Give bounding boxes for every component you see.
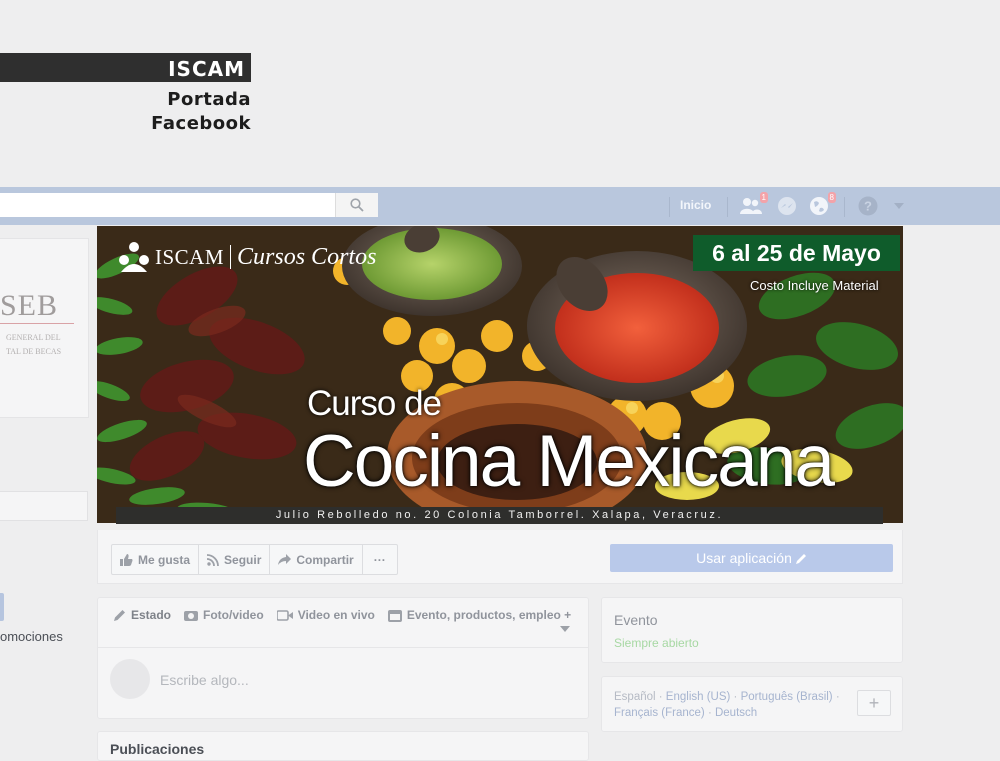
event-card: Evento Siempre abierto — [601, 597, 903, 663]
like-label: Me gusta — [138, 552, 191, 567]
more-options-label: ··· — [373, 552, 386, 567]
page-actions: Me gusta Seguir Compartir ··· — [111, 544, 398, 575]
cover-date-box: 6 al 25 de Mayo — [693, 235, 900, 271]
nav-divider — [844, 197, 845, 217]
rss-follow-icon — [207, 553, 219, 566]
cover-cost-note: Costo Incluye Material — [750, 278, 879, 293]
plus-icon: + — [868, 692, 880, 713]
title-label-bar: ISCAM — [0, 53, 251, 82]
iscam-logo-icon — [119, 242, 149, 272]
post-composer: Estado Foto/video Video en vivo Evento, … — [97, 597, 589, 719]
tab-status[interactable]: Estado — [114, 608, 171, 622]
share-button[interactable]: Compartir — [270, 545, 363, 574]
event-status: Siempre abierto — [614, 636, 699, 650]
add-language-button[interactable]: + — [857, 690, 891, 716]
cover-logo-divider — [230, 245, 232, 269]
composer-avatar — [110, 659, 150, 699]
profile-logo-subtitle: GENERAL DEL TAL DE BECAS — [6, 331, 61, 359]
camera-icon — [184, 611, 199, 621]
cover-logo-program: Cursos Cortos — [237, 243, 377, 270]
tab-event-products-jobs[interactable]: Evento, productos, empleo + — [387, 608, 572, 622]
label-subtitle: Portada Facebook — [151, 88, 251, 136]
friend-requests-button[interactable]: 1 — [740, 192, 768, 216]
like-button[interactable]: Me gusta — [112, 545, 200, 574]
notifications-badge: 8 — [827, 192, 836, 203]
tab-live-video[interactable]: Video en vivo — [276, 608, 375, 622]
cover-logo-org: ISCAM — [155, 244, 225, 269]
search-icon — [350, 198, 364, 212]
follow-label: Seguir — [224, 552, 262, 567]
tab-photo-video-label: Foto/video — [203, 608, 264, 622]
tab-photo-video[interactable]: Foto/video — [184, 608, 264, 622]
messages-button[interactable] — [776, 196, 798, 216]
profile-picture-card[interactable]: SEB GENERAL DEL TAL DE BECAS — [0, 238, 89, 418]
thumbs-up-icon — [120, 553, 133, 566]
page-action-bar: Me gusta Seguir Compartir ··· Usar aplic… — [97, 530, 903, 584]
nav-divider — [727, 197, 728, 217]
language-current: Español — [614, 691, 656, 703]
profile-logo-subtitle-line1: GENERAL DEL — [6, 333, 61, 342]
composer-input[interactable]: Escribe algo... — [160, 672, 249, 688]
notifications-globe-icon — [810, 197, 828, 215]
svg-text:?: ? — [864, 199, 872, 214]
search-input[interactable] — [0, 193, 378, 217]
profile-logo-subtitle-line2: TAL DE BECAS — [6, 347, 62, 356]
publications-card: Publicaciones — [97, 731, 589, 761]
more-options-button[interactable]: ··· — [363, 545, 397, 574]
share-arrow-icon — [278, 554, 292, 565]
composer-more-chevron-icon[interactable] — [560, 626, 570, 632]
pencil-icon — [114, 610, 125, 621]
messages-icon — [778, 197, 796, 215]
notifications-button[interactable]: 8 — [808, 192, 836, 216]
share-label: Compartir — [296, 552, 354, 567]
language-link[interactable]: English (US) — [666, 691, 731, 703]
language-list: Español · English (US) · Português (Bras… — [614, 691, 840, 719]
help-icon: ? — [858, 196, 878, 216]
profile-logo-divider — [0, 323, 74, 324]
cover-course-name: Cocina Mexicana — [303, 421, 835, 502]
cover-photo[interactable]: ISCAM Cursos Cortos 6 al 25 de Mayo Cost… — [97, 226, 903, 523]
event-title: Evento — [614, 612, 658, 628]
facebook-top-bar: Inicio 1 8 ? — [0, 187, 1000, 225]
use-app-label: Usar aplicación — [696, 550, 792, 566]
cover-course-prefix: Curso de — [307, 384, 442, 423]
languages-card: Español · English (US) · Português (Bras… — [601, 676, 903, 732]
cover-address-bar: Julio Rebolledo no. 20 Colonia Tamborrel… — [116, 507, 883, 524]
language-link[interactable]: Deutsch — [715, 707, 757, 719]
search-button[interactable] — [335, 193, 378, 217]
tab-status-label: Estado — [131, 608, 172, 622]
account-menu-caret-icon — [894, 203, 904, 209]
follow-button[interactable]: Seguir — [199, 545, 271, 574]
help-button[interactable]: ? — [857, 196, 879, 216]
profile-logo-text: SEB — [0, 289, 59, 322]
friends-badge: 1 — [759, 192, 768, 203]
nav-divider — [669, 197, 670, 217]
publications-title: Publicaciones — [110, 741, 205, 757]
pencil-icon — [795, 553, 806, 564]
calendar-icon — [387, 609, 402, 622]
language-link[interactable]: Français (France) — [614, 707, 705, 719]
use-app-button[interactable]: Usar aplicación — [610, 544, 893, 572]
nav-home-link[interactable]: Inicio — [680, 198, 711, 212]
friend-requests-icon — [740, 198, 762, 214]
cover-dates: 6 al 25 de Mayo — [712, 239, 881, 266]
label-subtitle-line1: Portada — [167, 89, 251, 110]
account-menu-button[interactable] — [888, 196, 910, 216]
label-subtitle-line2: Facebook — [151, 113, 251, 134]
left-nav-field[interactable] — [0, 491, 88, 521]
left-promote-button[interactable] — [0, 593, 4, 621]
tab-event-products-jobs-label: Evento, productos, empleo + — [406, 608, 572, 622]
composer-tabs: Estado Foto/video Video en vivo Evento, … — [114, 608, 571, 622]
cover-logo: ISCAM Cursos Cortos — [117, 240, 376, 274]
language-link[interactable]: Português (Brasil) — [741, 691, 833, 703]
tab-live-video-label: Video en vivo — [297, 608, 375, 622]
label-brand: ISCAM — [168, 57, 245, 81]
cover-address: Julio Rebolledo no. 20 Colonia Tamborrel… — [275, 509, 724, 521]
composer-divider — [98, 647, 588, 648]
video-camera-icon — [276, 609, 293, 621]
left-promotions-link[interactable]: omociones — [0, 629, 63, 644]
